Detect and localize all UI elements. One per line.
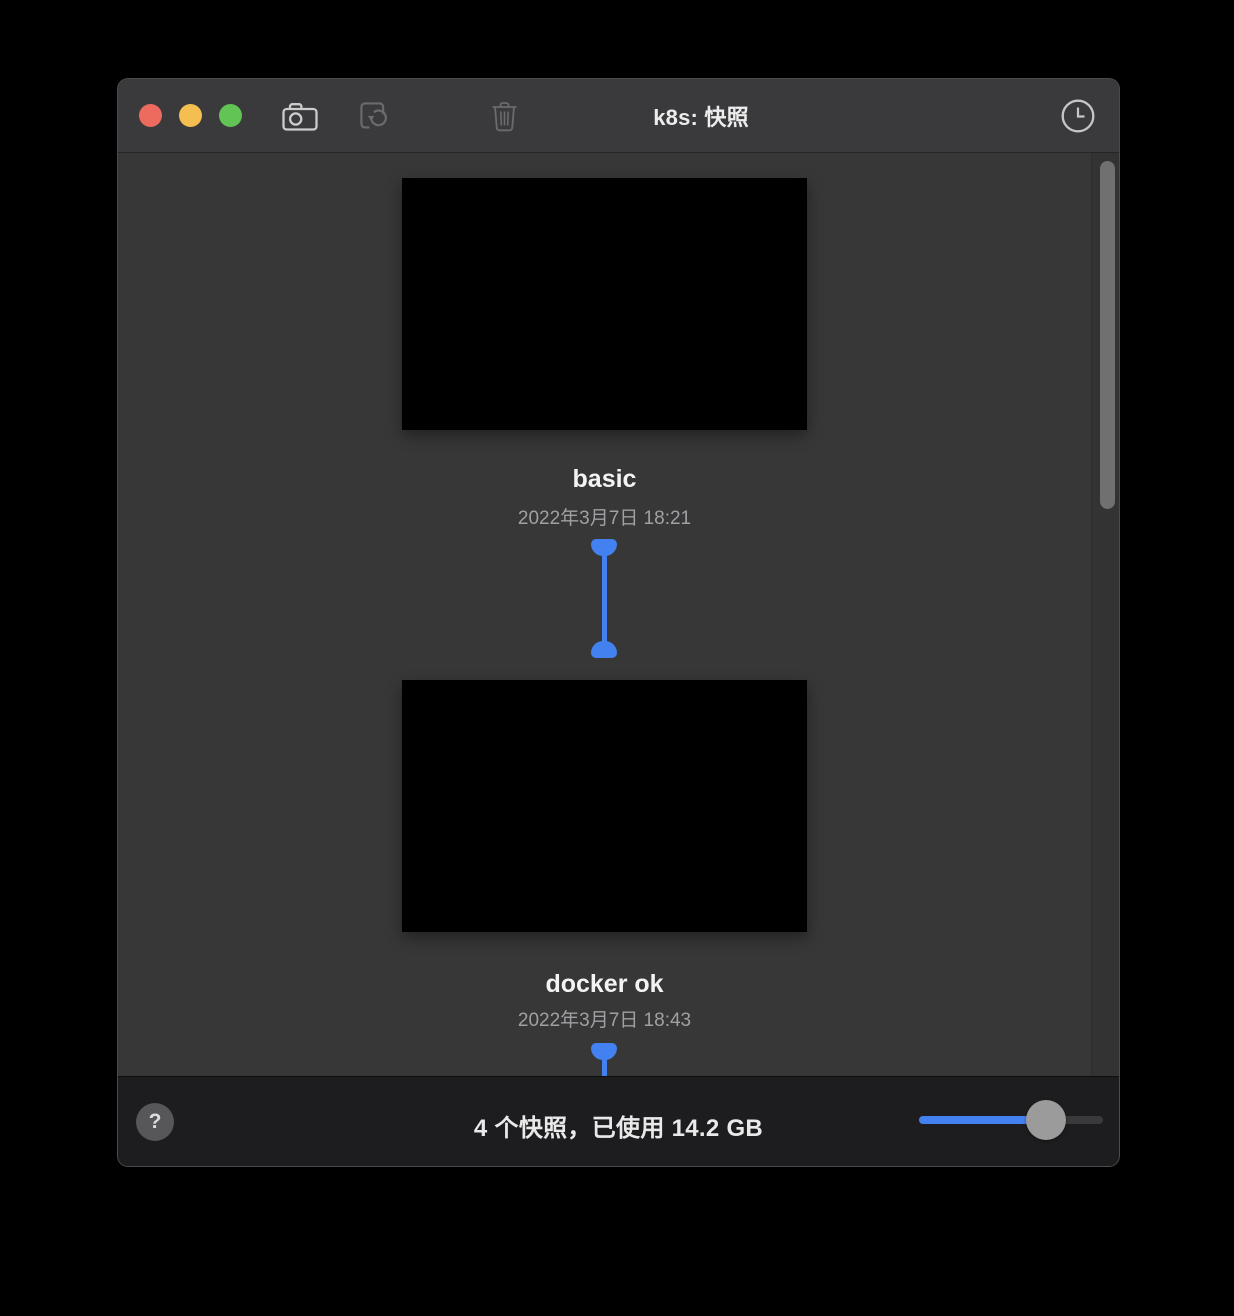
snapshot-name: basic (402, 461, 807, 497)
thumbnail-size-slider[interactable] (919, 1100, 1103, 1140)
snapshot-name: docker ok (402, 966, 807, 1002)
tree-connector-line (602, 1058, 607, 1076)
minimize-button[interactable] (179, 104, 202, 127)
tree-connector-line (602, 554, 607, 643)
delete-snapshot-button[interactable] (485, 97, 523, 135)
traffic-lights (139, 104, 242, 127)
tree-connector-cap (591, 641, 617, 658)
scrollbar-thumb[interactable] (1100, 161, 1115, 509)
restore-snapshot-icon (358, 100, 390, 132)
window-title: k8s: 快照 (653, 79, 749, 152)
title-bar: k8s: 快照 (118, 79, 1119, 153)
snapshot-date: 2022年3月7日 18:21 (402, 505, 807, 533)
close-button[interactable] (139, 104, 162, 127)
zoom-button[interactable] (219, 104, 242, 127)
snapshot-thumbnail[interactable] (402, 680, 807, 932)
status-bar: ? 4 个快照，已使用 14.2 GB (118, 1076, 1119, 1167)
snapshot-timeline-button[interactable] (1059, 97, 1097, 135)
snapshot-tree: basic 2022年3月7日 18:21 docker ok 2022年3月7… (118, 153, 1119, 1076)
clock-icon (1060, 98, 1096, 134)
scrollbar-track[interactable] (1091, 153, 1119, 1076)
snapshot-date: 2022年3月7日 18:43 (402, 1007, 807, 1035)
snapshots-window: k8s: 快照 basic 2022年3月7日 18:21 docker ok … (117, 78, 1120, 1167)
trash-icon (491, 101, 518, 132)
size-slider-knob[interactable] (1026, 1100, 1066, 1140)
take-snapshot-button[interactable] (281, 97, 319, 135)
camera-icon (282, 102, 318, 131)
restore-snapshot-button[interactable] (355, 97, 393, 135)
snapshot-thumbnail[interactable] (402, 178, 807, 430)
